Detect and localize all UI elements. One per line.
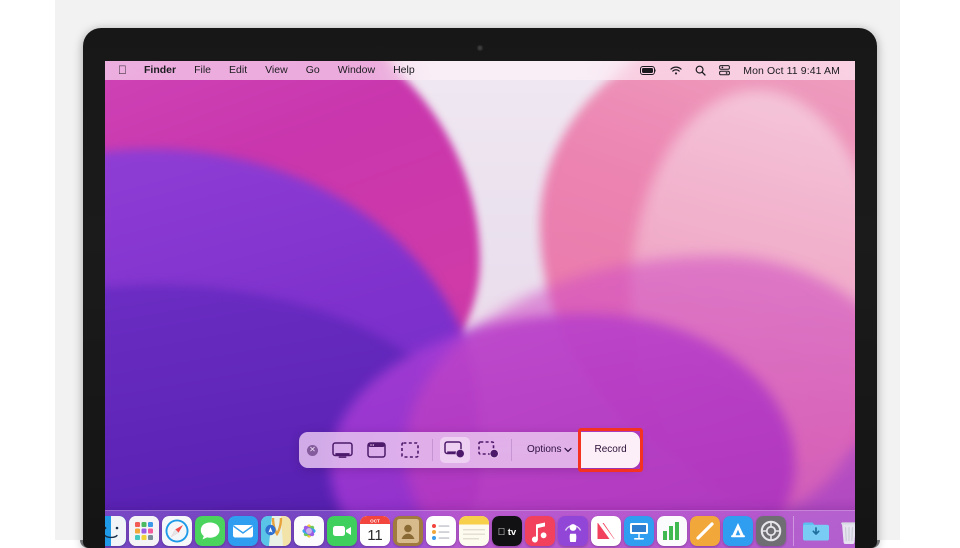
menu-item-file[interactable]: File <box>185 61 220 80</box>
macbook-mockup:  Finder File Edit View Go Window Help <box>80 26 880 548</box>
dock-item-downloads-folder[interactable] <box>801 516 831 546</box>
record-entire-screen-button[interactable] <box>440 437 470 463</box>
menu-bar-status-area: Mon Oct 11 9:41 AM <box>640 65 844 77</box>
screenshot-canvas:  Finder File Edit View Go Window Help <box>0 0 960 548</box>
dock-item-numbers[interactable] <box>657 516 687 546</box>
menu-bar-left:  Finder File Edit View Go Window Help <box>116 61 424 80</box>
apple-logo-icon[interactable]:  <box>116 61 135 80</box>
dock-item-news[interactable] <box>591 516 621 546</box>
webcam-icon <box>478 46 482 50</box>
dock-divider <box>793 516 794 546</box>
menu-item-edit[interactable]: Edit <box>220 61 256 80</box>
dock-item-maps[interactable] <box>261 516 291 546</box>
dock-item-system-preferences[interactable] <box>756 516 786 546</box>
dock-item-launchpad[interactable] <box>129 516 159 546</box>
dock-item-contacts[interactable] <box>393 516 423 546</box>
desktop-wallpaper <box>105 61 855 548</box>
dock-item-keynote[interactable] <box>624 516 654 546</box>
dock-item-calendar[interactable]: OCT 11 <box>360 516 390 546</box>
chevron-down-icon <box>564 447 573 453</box>
toolbar-divider <box>432 439 433 461</box>
dock-item-photos[interactable] <box>294 516 324 546</box>
dock-item-reminders[interactable] <box>426 516 456 546</box>
menu-bar:  Finder File Edit View Go Window Help <box>105 61 855 80</box>
laptop-screen:  Finder File Edit View Go Window Help <box>105 61 855 548</box>
wifi-icon[interactable] <box>670 66 682 75</box>
capture-selected-portion-button[interactable] <box>395 437 425 463</box>
dock-item-safari[interactable] <box>162 516 192 546</box>
screenshot-toolbar: ✕ Options Record <box>299 428 643 472</box>
laptop-bezel:  Finder File Edit View Go Window Help <box>83 28 877 548</box>
toolbar-divider-2 <box>511 439 512 461</box>
menu-item-window[interactable]: Window <box>329 61 384 80</box>
dock: OCT 11 tv <box>105 510 855 548</box>
svg-text:OCT: OCT <box>370 518 380 523</box>
search-icon[interactable] <box>695 65 706 76</box>
menu-item-help[interactable]: Help <box>384 61 424 80</box>
dock-item-app-store[interactable] <box>723 516 753 546</box>
options-label: Options <box>527 444 562 455</box>
capture-entire-screen-button[interactable] <box>327 437 357 463</box>
dock-item-podcasts[interactable] <box>558 516 588 546</box>
dock-item-trash[interactable] <box>834 516 855 546</box>
dock-item-notes[interactable] <box>459 516 489 546</box>
menu-item-go[interactable]: Go <box>297 61 329 80</box>
dock-item-mail[interactable] <box>228 516 258 546</box>
dock-item-finder[interactable] <box>105 516 126 546</box>
dock-item-music[interactable] <box>525 516 555 546</box>
svg-text:11: 11 <box>367 527 383 544</box>
dock-item-pages[interactable] <box>690 516 720 546</box>
menu-bar-clock[interactable]: Mon Oct 11 9:41 AM <box>743 65 840 77</box>
menu-item-finder[interactable]: Finder <box>135 61 185 80</box>
record-button-wrapper: Record <box>578 428 643 472</box>
battery-icon[interactable] <box>640 66 657 75</box>
svg-text::  <box>498 527 506 538</box>
dock-item-facetime[interactable] <box>327 516 357 546</box>
dock-item-apple-tv[interactable]:  tv <box>492 516 522 546</box>
control-center-icon[interactable] <box>719 65 731 76</box>
dock-item-messages[interactable] <box>195 516 225 546</box>
svg-text:tv: tv <box>508 527 517 538</box>
close-icon[interactable]: ✕ <box>307 444 318 456</box>
record-button[interactable]: Record <box>581 432 640 468</box>
menu-item-view[interactable]: View <box>256 61 297 80</box>
record-selected-portion-button[interactable] <box>474 437 504 463</box>
options-menu-button[interactable]: Options <box>517 432 581 468</box>
capture-selected-window-button[interactable] <box>361 437 391 463</box>
